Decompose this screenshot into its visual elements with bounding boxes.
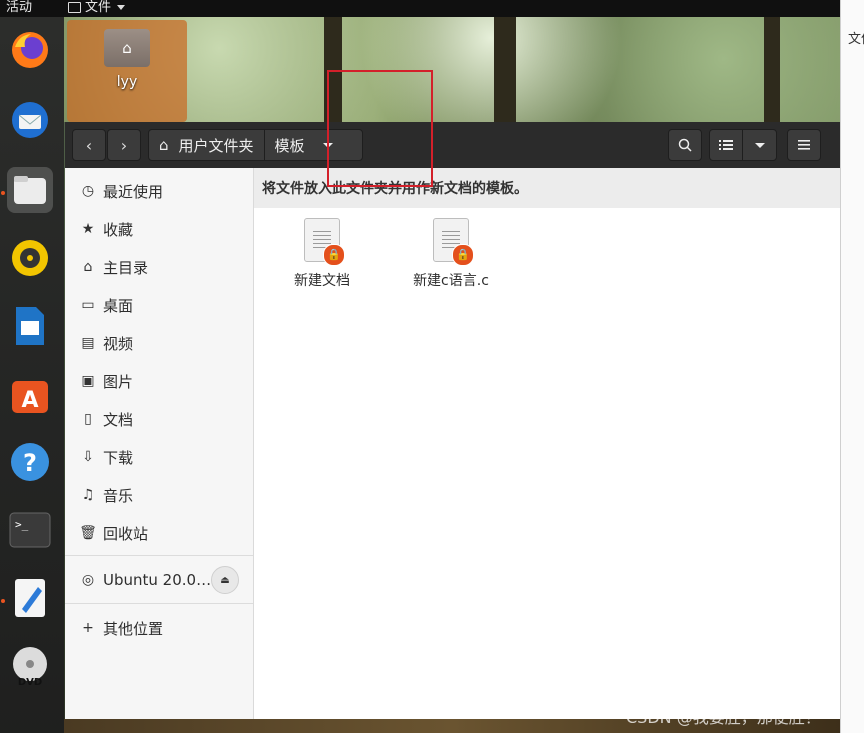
file-view[interactable]: 将文件放入此文件夹并用作新文档的模板。 🔒 新建文档 🔒 新建c语言.c bbox=[254, 168, 840, 719]
eject-icon: ⏏ bbox=[220, 574, 230, 586]
sidebar-item-label: 图片 bbox=[103, 372, 134, 391]
sidebar-item-videos[interactable]: ▤ 视频 bbox=[65, 324, 253, 362]
star-icon: ★ bbox=[81, 221, 95, 237]
background-window-text: 文件 bbox=[848, 32, 864, 47]
svg-text:A: A bbox=[21, 388, 38, 413]
watermark: CSDN @我要胜，那便胜！ bbox=[626, 708, 821, 727]
header-bar: ‹ › ⌂ 用户文件夹 模板 bbox=[65, 122, 840, 168]
file-item[interactable]: 🔒 新建文档 bbox=[267, 218, 377, 290]
path-home-button[interactable]: ⌂ 用户文件夹 bbox=[149, 130, 264, 160]
lock-icon: 🔒 bbox=[323, 244, 345, 266]
sidebar-item-label: 主目录 bbox=[103, 258, 149, 277]
text-document-icon: 🔒 bbox=[304, 218, 345, 266]
text-editor-icon[interactable] bbox=[7, 575, 53, 621]
app-menu-label: 文件 bbox=[85, 0, 112, 15]
home-icon: ⌂ bbox=[83, 259, 93, 275]
file-name: 新建文档 bbox=[294, 273, 350, 289]
background-window[interactable]: 文件 bbox=[840, 0, 864, 733]
sidebar-item-label: 音乐 bbox=[103, 486, 134, 505]
home-icon: ⌂ bbox=[159, 136, 169, 154]
text-document-icon: 🔒 bbox=[433, 218, 474, 266]
chevron-left-icon: ‹ bbox=[85, 135, 93, 155]
disc-icon: ◎ bbox=[81, 572, 95, 588]
firefox-icon[interactable] bbox=[7, 27, 53, 73]
list-view-icon bbox=[719, 140, 733, 150]
chevron-right-icon: › bbox=[120, 135, 128, 155]
sidebar-divider bbox=[65, 603, 253, 604]
sidebar-divider bbox=[65, 555, 253, 556]
sidebar-item-label: 其他位置 bbox=[103, 619, 164, 638]
dvd-icon[interactable]: DVD bbox=[7, 643, 53, 689]
sidebar: ◷ 最近使用 ★ 收藏 ⌂ 主目录 ▭ 桌面 ▤ 视频 ▣ 图片 ▯ 文档 ⇩ bbox=[65, 168, 254, 719]
download-icon: ⇩ bbox=[82, 449, 94, 465]
terminal-icon[interactable]: >_ bbox=[7, 507, 53, 553]
file-manager-window: ‹ › ⌂ 用户文件夹 模板 ◷ 最近使用 ★ 收藏 ⌂ 主目录 ▭ 桌面 ▤ … bbox=[65, 122, 840, 719]
eject-button[interactable]: ⏏ bbox=[211, 566, 239, 594]
thunderbird-icon[interactable] bbox=[7, 97, 53, 143]
desktop-icon: ▭ bbox=[81, 297, 95, 313]
files-icon[interactable] bbox=[7, 167, 53, 213]
sidebar-item-label: 视频 bbox=[103, 334, 134, 353]
sidebar-item-home[interactable]: ⌂ 主目录 bbox=[65, 248, 253, 286]
home-folder-icon: ⌂ bbox=[104, 29, 150, 67]
sidebar-item-downloads[interactable]: ⇩ 下载 bbox=[65, 438, 253, 476]
sidebar-item-recent[interactable]: ◷ 最近使用 bbox=[65, 172, 253, 210]
desktop-home-folder[interactable]: ⌂ lyy bbox=[67, 20, 187, 122]
view-options-button[interactable] bbox=[742, 129, 777, 161]
sidebar-item-desktop[interactable]: ▭ 桌面 bbox=[65, 286, 253, 324]
document-icon: ▯ bbox=[84, 411, 92, 427]
app-menu[interactable]: 文件 bbox=[68, 0, 126, 15]
file-name: 新建c语言.c bbox=[413, 273, 489, 289]
sidebar-item-starred[interactable]: ★ 收藏 bbox=[65, 210, 253, 248]
file-item[interactable]: 🔒 新建c语言.c bbox=[396, 218, 506, 290]
sidebar-item-label: 收藏 bbox=[103, 220, 134, 239]
sidebar-item-pictures[interactable]: ▣ 图片 bbox=[65, 362, 253, 400]
sidebar-item-other-locations[interactable]: + 其他位置 bbox=[65, 609, 253, 647]
rhythmbox-icon[interactable] bbox=[7, 235, 53, 281]
annotation-highlight-box bbox=[327, 70, 433, 187]
help-icon[interactable]: ? bbox=[7, 439, 53, 485]
plus-icon: + bbox=[82, 620, 94, 636]
sidebar-item-label: 文档 bbox=[103, 410, 134, 429]
sidebar-item-label: 桌面 bbox=[103, 296, 134, 315]
activities-button[interactable]: 活动 bbox=[6, 0, 32, 15]
software-center-icon[interactable]: A bbox=[7, 371, 53, 417]
back-button[interactable]: ‹ bbox=[72, 129, 106, 161]
folder-icon bbox=[68, 2, 81, 13]
sidebar-item-label: 回收站 bbox=[103, 524, 149, 543]
desktop-home-label: lyy bbox=[116, 74, 138, 90]
sidebar-item-label: 下载 bbox=[103, 448, 134, 467]
video-icon: ▤ bbox=[81, 335, 95, 351]
chevron-down-icon bbox=[754, 142, 765, 148]
search-icon bbox=[678, 138, 692, 152]
path-home-label: 用户文件夹 bbox=[178, 136, 254, 155]
clock-icon: ◷ bbox=[81, 183, 95, 199]
sidebar-item-label: 最近使用 bbox=[103, 182, 164, 201]
forward-button[interactable]: › bbox=[107, 129, 141, 161]
sidebar-item-documents[interactable]: ▯ 文档 bbox=[65, 400, 253, 438]
menu-button[interactable] bbox=[787, 129, 821, 161]
sidebar-item-trash[interactable]: 🗑 回收站 bbox=[65, 514, 253, 552]
trash-icon: 🗑 bbox=[79, 525, 97, 541]
sidebar-drive-label: Ubuntu 20.0… bbox=[103, 571, 212, 589]
svg-text:?: ? bbox=[23, 449, 37, 477]
dock: A ? >_ DVD bbox=[0, 17, 64, 733]
path-current-label: 模板 bbox=[274, 136, 305, 155]
picture-icon: ▣ bbox=[81, 373, 95, 389]
top-bar: 活动 文件 bbox=[0, 0, 864, 17]
list-view-button[interactable] bbox=[709, 129, 743, 161]
music-icon: ♫ bbox=[81, 487, 95, 503]
sidebar-item-music[interactable]: ♫ 音乐 bbox=[65, 476, 253, 514]
search-button[interactable] bbox=[668, 129, 702, 161]
lock-icon: 🔒 bbox=[452, 244, 474, 266]
svg-text:DVD: DVD bbox=[18, 677, 42, 687]
svg-text:>_: >_ bbox=[15, 518, 29, 531]
hamburger-icon bbox=[798, 140, 810, 150]
libreoffice-writer-icon[interactable] bbox=[7, 303, 53, 349]
chevron-down-icon bbox=[117, 5, 126, 10]
